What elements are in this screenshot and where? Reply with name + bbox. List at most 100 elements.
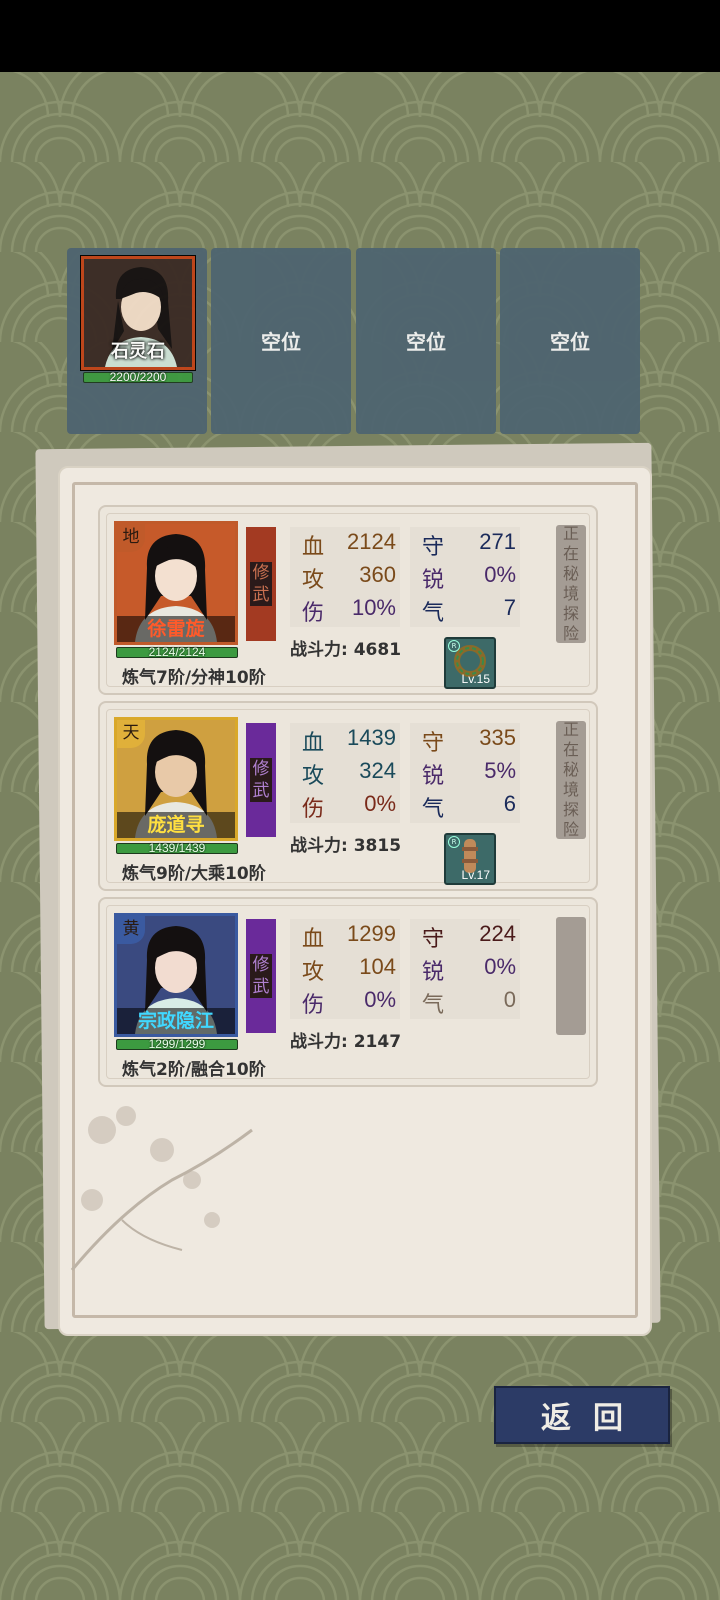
member-name: 徐雷旋 xyxy=(117,616,235,642)
member-card[interactable]: 天庞道寻 1439/1439 修武血 1439 攻 324 伤 0% 守 335 锐 5% 气 6 战斗力:… xyxy=(98,701,598,891)
grade-badge: 地 xyxy=(117,524,145,552)
status-char: 在 xyxy=(562,544,579,563)
stat-value: 6 xyxy=(503,791,516,816)
stat-key: 锐 xyxy=(422,764,445,789)
stat-value: 5% xyxy=(484,758,516,783)
member-hp-bar: 2124/2124 xyxy=(116,645,238,659)
stat-row: 伤 0% xyxy=(290,985,400,1018)
ring-equipment-icon[interactable]: R Lv.15 xyxy=(444,637,496,689)
status-char: 险 xyxy=(562,624,579,643)
member-name: 庞道寻 xyxy=(117,812,235,838)
stat-key: 伤 xyxy=(302,797,325,822)
stat-row: 攻 324 xyxy=(290,756,400,789)
class-tag[interactable]: 修武 xyxy=(246,919,276,1033)
grade-badge: 黄 xyxy=(117,916,145,944)
stat-row: 伤 10% xyxy=(290,593,400,626)
stat-row: 气6 xyxy=(410,789,520,822)
stats-left: 血 2124 攻 360 伤 10% xyxy=(290,527,400,627)
cultivation-realm: 炼气7阶/分神10阶 xyxy=(122,668,266,688)
team-slot-leader[interactable]: 石灵石 2200/2200 xyxy=(67,248,207,434)
stat-value: 0% xyxy=(484,562,516,587)
stat-row: 守 335 xyxy=(410,723,520,756)
leader-hp-text: 2200/2200 xyxy=(109,370,167,384)
stat-value: 0 xyxy=(503,987,516,1012)
class-tag[interactable]: 修武 xyxy=(246,527,276,641)
stat-key: 血 xyxy=(302,535,325,560)
stat-value: 0% xyxy=(484,954,516,979)
back-button[interactable]: 返回 xyxy=(494,1386,670,1444)
class-tag-char: 修 xyxy=(250,954,272,976)
status-char: 秘 xyxy=(562,564,579,583)
stat-value: 0% xyxy=(364,987,396,1012)
leader-hp-bar: 2200/2200 xyxy=(83,370,193,384)
stat-row: 守 271 xyxy=(410,527,520,560)
combat-power: 战斗力: 4681 xyxy=(290,640,402,660)
exploring-status xyxy=(556,917,586,1035)
class-tag-char: 武 xyxy=(250,584,272,606)
member-avatar[interactable]: 天庞道寻 xyxy=(114,717,238,841)
stat-row: 守 224 xyxy=(410,919,520,952)
team-formation: 石灵石 2200/2200 空位 空位 空位 xyxy=(67,248,653,436)
stat-value: 271 xyxy=(479,529,516,554)
ink-plum-decoration-icon xyxy=(70,1106,253,1271)
stat-value: 1439 xyxy=(347,725,396,750)
stat-key: 守 xyxy=(422,731,445,756)
stat-key: 血 xyxy=(302,927,325,952)
stat-row: 攻 360 xyxy=(290,560,400,593)
status-char: 境 xyxy=(562,780,579,799)
member-hp-text: 1299/1299 xyxy=(148,1037,206,1051)
equipment-level: Lv.15 xyxy=(461,672,490,686)
status-char: 探 xyxy=(562,800,579,819)
cultivation-realm: 炼气9阶/大乘10阶 xyxy=(122,864,266,884)
stat-key: 伤 xyxy=(302,601,325,626)
stat-row: 气0 xyxy=(410,985,520,1018)
stat-key: 血 xyxy=(302,731,325,756)
stat-key: 伤 xyxy=(302,993,325,1018)
status-char: 险 xyxy=(562,820,579,839)
stats-right: 守 271 锐 0% 气 7 xyxy=(410,527,520,627)
back-button-label: 返回 xyxy=(541,1401,645,1436)
stat-value: 360 xyxy=(359,562,396,587)
team-slot-empty-1[interactable]: 空位 xyxy=(211,248,351,434)
class-tag-char: 修 xyxy=(250,562,272,584)
class-tag[interactable]: 修武 xyxy=(246,723,276,837)
bracer-equipment-icon[interactable]: R Lv.17 xyxy=(444,833,496,885)
stat-row: 攻 104 xyxy=(290,952,400,985)
leader-portrait[interactable]: 石灵石 xyxy=(81,256,195,370)
exploring-status: 正在秘境探险 xyxy=(556,720,586,839)
stat-key: 气 xyxy=(422,601,445,626)
stat-row: 血 2124 xyxy=(290,527,400,560)
stat-key: 攻 xyxy=(302,960,325,985)
stat-key: 守 xyxy=(422,927,445,952)
stats-right: 守 335 锐 5% 气 6 xyxy=(410,723,520,823)
stat-value: 7 xyxy=(503,595,516,620)
stat-row: 锐 5% xyxy=(410,756,520,789)
equipment-level: Lv.17 xyxy=(461,868,490,882)
stat-row: 伤 0% xyxy=(290,789,400,822)
stats-left: 血 1299 攻 104 伤 0% xyxy=(290,919,400,1019)
member-avatar[interactable]: 黄宗政隐江 xyxy=(114,913,238,1037)
empty-slot-label: 空位 xyxy=(261,330,301,354)
quality-badge: R xyxy=(448,836,460,848)
member-card[interactable]: 地徐雷旋 2124/2124 修武血 2124 攻 360 伤 10% 守 271 锐 0% 气 7 战斗力… xyxy=(98,505,598,695)
member-hp-text: 2124/2124 xyxy=(148,645,206,659)
status-char: 在 xyxy=(562,740,579,759)
status-char: 正 xyxy=(562,524,579,543)
exploring-status: 正在秘境探险 xyxy=(556,524,586,643)
team-slot-empty-2[interactable]: 空位 xyxy=(356,248,496,434)
stat-value: 1299 xyxy=(347,921,396,946)
stat-row: 血 1299 xyxy=(290,919,400,952)
member-card[interactable]: 黄宗政隐江 1299/1299 修武血 1299 攻 104 伤 0% 守 224 锐 0% 气 0 战斗力… xyxy=(98,897,598,1087)
member-avatar[interactable]: 地徐雷旋 xyxy=(114,521,238,645)
stat-value: 224 xyxy=(479,921,516,946)
stat-value: 10% xyxy=(351,595,396,620)
status-char: 秘 xyxy=(562,760,579,779)
stat-value: 0% xyxy=(364,791,396,816)
stat-key: 气 xyxy=(422,797,445,822)
status-char: 境 xyxy=(562,584,579,603)
member-hp-bar: 1439/1439 xyxy=(116,841,238,855)
class-tag-char: 武 xyxy=(250,976,272,998)
team-slot-empty-3[interactable]: 空位 xyxy=(500,248,640,434)
stat-row: 气7 xyxy=(410,593,520,626)
quality-badge: R xyxy=(448,640,460,652)
